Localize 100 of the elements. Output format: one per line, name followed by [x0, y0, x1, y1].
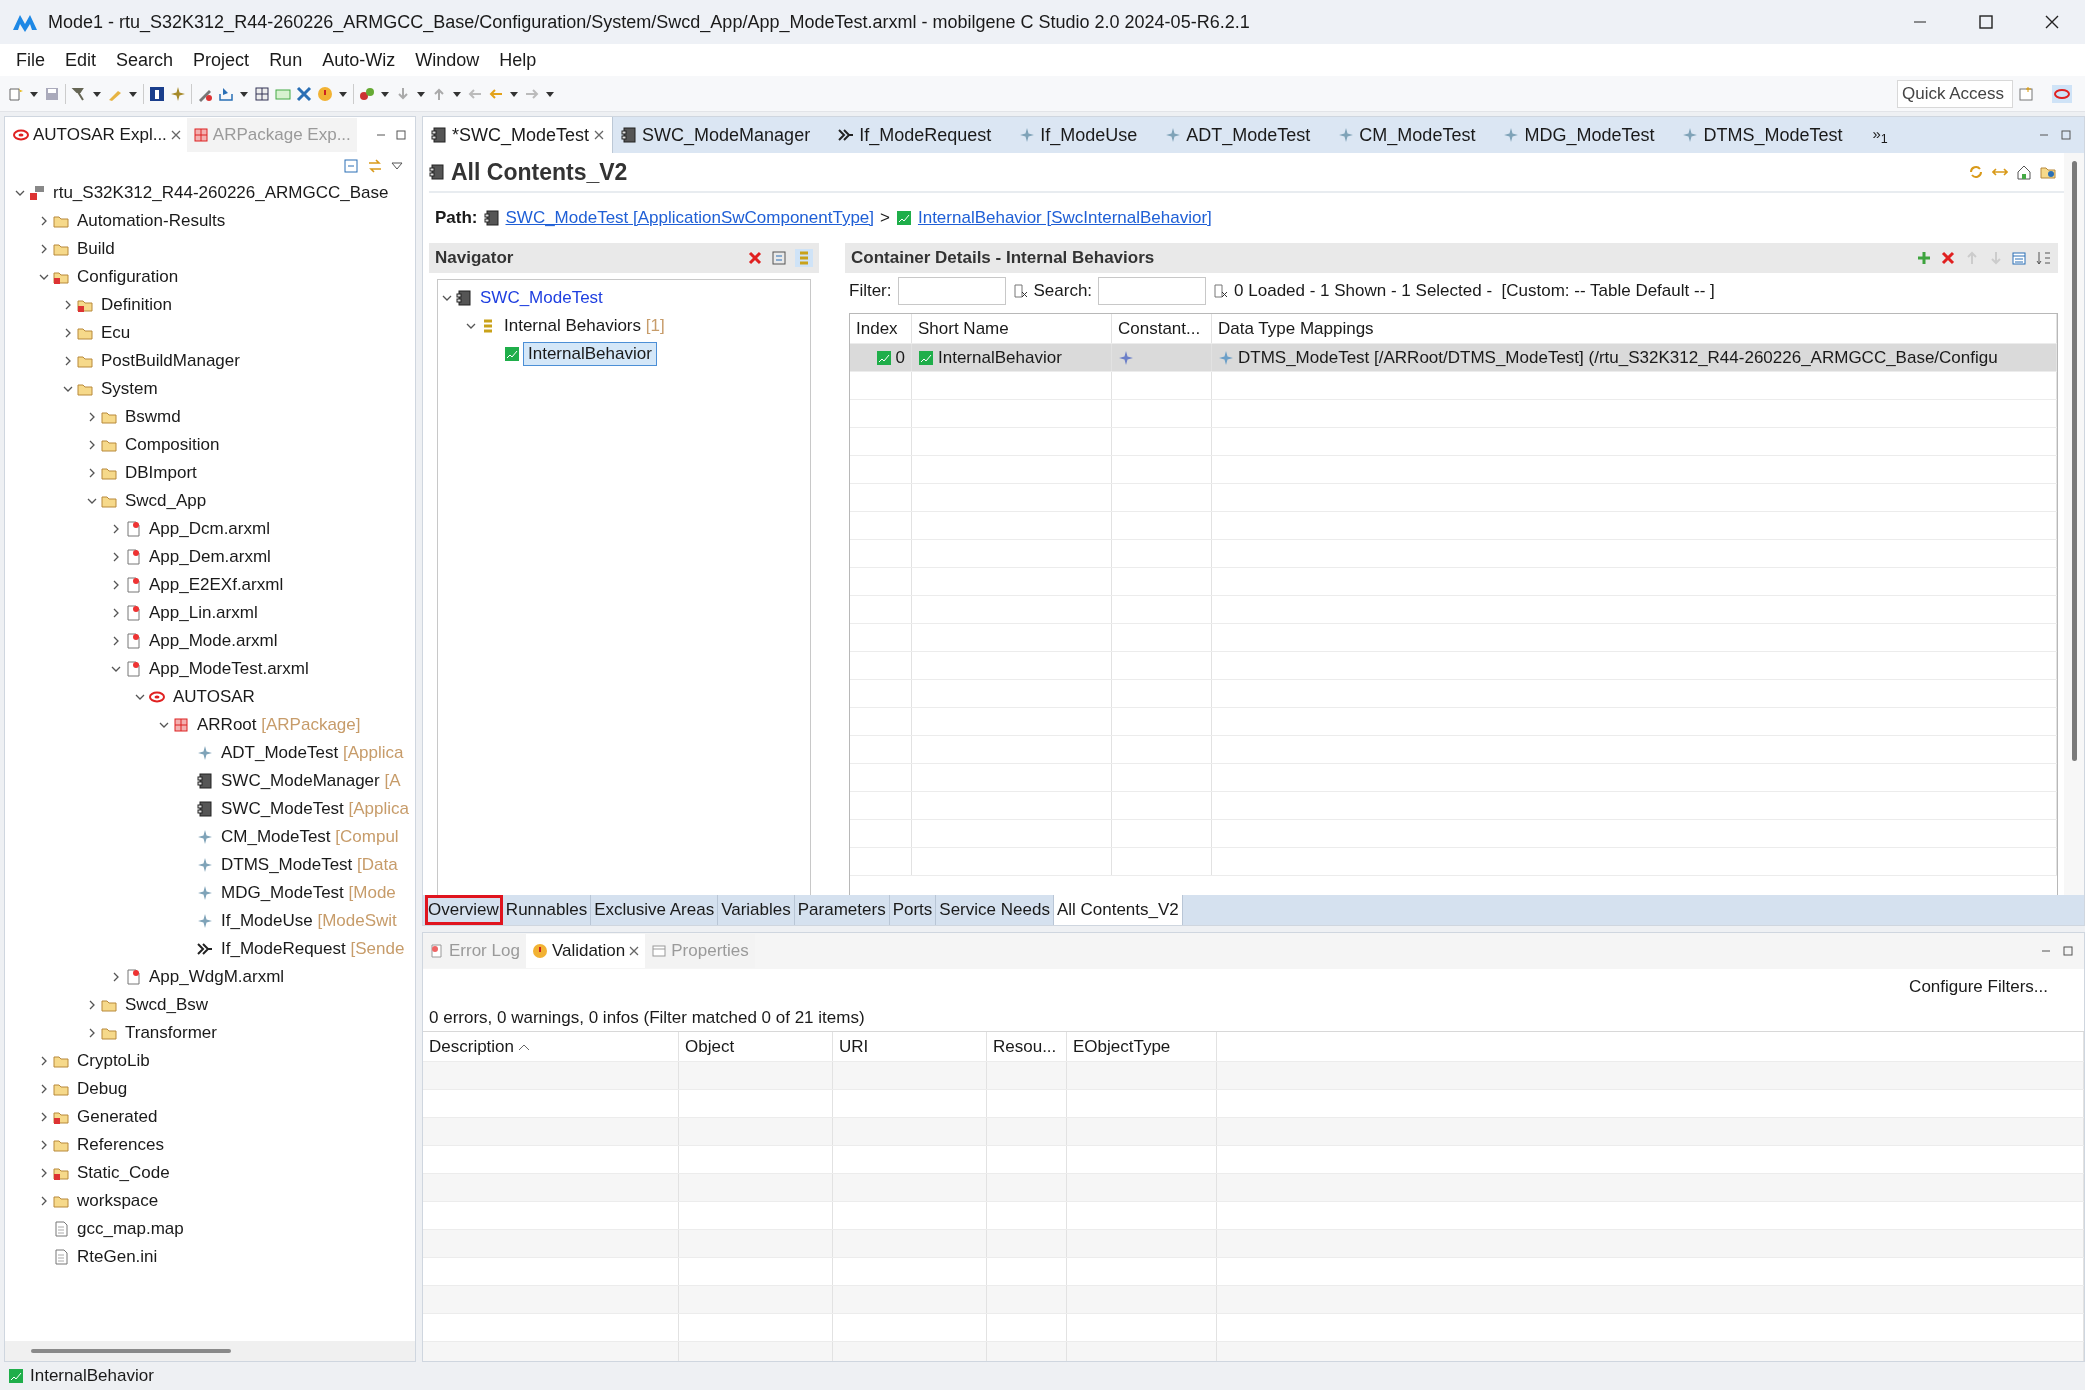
tree-item[interactable]: CryptoLib: [72, 1049, 155, 1073]
tree-item[interactable]: Swcd_App: [120, 489, 212, 513]
tree-item[interactable]: MDG_ModeTest [Mode: [216, 881, 401, 905]
tree-item[interactable]: CM_ModeTest [Compul: [216, 825, 404, 849]
gears-icon[interactable]: [359, 85, 375, 102]
editor-tab[interactable]: MDG_ModeTest: [1495, 117, 1675, 153]
menu-item[interactable]: Auto-Wiz: [312, 49, 406, 71]
tree-item[interactable]: SWC_ModeTest [Applica: [216, 797, 415, 821]
maximize-icon[interactable]: [395, 129, 407, 141]
column-header[interactable]: Object: [679, 1032, 833, 1061]
tree-item[interactable]: Bswmd: [120, 405, 186, 429]
tree-item[interactable]: gcc_map.map: [72, 1217, 189, 1241]
menu-item[interactable]: Window: [405, 49, 490, 71]
column-header[interactable]: Constant...: [1112, 314, 1212, 343]
tree-item[interactable]: App_E2EXf.arxml: [144, 573, 289, 597]
editor-tab[interactable]: *SWC_ModeTest: [423, 117, 614, 153]
editor-tab[interactable]: ADT_ModeTest: [1157, 117, 1331, 153]
tree-item[interactable]: References: [72, 1133, 169, 1157]
page-tab[interactable]: Parameters: [794, 895, 890, 925]
editor-tab[interactable]: If_ModeRequest: [830, 117, 1012, 153]
tree-item[interactable]: Definition: [96, 293, 177, 317]
tree-item[interactable]: Internal Behaviors [1]: [499, 314, 670, 338]
editor-tab[interactable]: If_ModeUse: [1011, 117, 1158, 153]
tree-item[interactable]: Static_Code: [72, 1161, 175, 1185]
menu-item[interactable]: Help: [489, 49, 547, 71]
page-tab[interactable]: Exclusive Areas: [591, 895, 719, 925]
tree-item[interactable]: InternalBehavior: [523, 342, 657, 366]
add-icon[interactable]: [1916, 250, 1932, 266]
tree-item[interactable]: Automation-Results: [72, 209, 231, 233]
menu-item[interactable]: Project: [183, 49, 260, 71]
menu-item[interactable]: File: [6, 49, 55, 71]
menu-item[interactable]: Search: [106, 49, 184, 71]
tree-item[interactable]: App_Mode.arxml: [144, 629, 283, 653]
maximize-icon[interactable]: [2060, 129, 2072, 141]
tree-item[interactable]: System: [96, 377, 163, 401]
tree-item[interactable]: Transformer: [120, 1021, 222, 1045]
tree-item[interactable]: If_ModeRequest [Sende: [216, 937, 410, 961]
tree-item[interactable]: ADT_ModeTest [Applica: [216, 741, 409, 765]
configure-filters-link[interactable]: Configure Filters...: [1909, 977, 2048, 997]
column-header[interactable]: Short Name: [912, 314, 1112, 343]
tree-item[interactable]: Configuration: [72, 265, 184, 289]
more-tabs-button[interactable]: »$_{1}$: [1872, 124, 1888, 146]
tree-item[interactable]: DTMS_ModeTest [Data: [216, 853, 403, 877]
sort-icon[interactable]: [2036, 250, 2052, 266]
menu-item[interactable]: Edit: [55, 49, 107, 71]
column-header[interactable]: URI: [833, 1032, 987, 1061]
tree-item[interactable]: App_Dem.arxml: [144, 545, 276, 569]
page-tab[interactable]: Overview: [425, 895, 503, 925]
column-header[interactable]: Data Type Mappings: [1212, 314, 2057, 343]
table-row[interactable]: 0 InternalBehavior DTMS_ModeTest [/ARRoot/DTMS_ModeTest] (/rtu_S32K312_R44-260226_ARMGCC_Base/Configu: [850, 344, 2057, 372]
scrollbar[interactable]: [5, 1341, 415, 1361]
warning-icon[interactable]: [317, 85, 333, 102]
tree-item[interactable]: DBImport: [120, 461, 202, 485]
editor-tab[interactable]: SWC_ModeManager: [613, 117, 831, 153]
tree-item[interactable]: Generated: [72, 1105, 163, 1129]
tree-item[interactable]: RteGen.ini: [72, 1245, 163, 1269]
tree-item[interactable]: Build: [72, 237, 120, 261]
tree-item[interactable]: Debug: [72, 1077, 133, 1101]
folder-icon[interactable]: [2040, 164, 2056, 180]
close-icon[interactable]: [2045, 15, 2059, 29]
tree-item[interactable]: Swcd_Bsw: [120, 993, 214, 1017]
tree-item[interactable]: If_ModeUse [ModeSwit: [216, 909, 402, 933]
ring-icon[interactable]: [2052, 84, 2072, 103]
tree-item[interactable]: AUTOSAR: [168, 685, 260, 709]
column-header[interactable]: Index: [850, 314, 912, 343]
editor-tab[interactable]: DTMS_ModeTest: [1674, 117, 1863, 153]
page-tab[interactable]: Runnables: [502, 895, 592, 925]
tree-item[interactable]: PostBuildManager: [96, 349, 245, 373]
search-field[interactable]: [1098, 277, 1207, 305]
delete-icon[interactable]: [1940, 250, 1956, 266]
tree-item[interactable]: workspace: [72, 1189, 164, 1213]
tree-item[interactable]: Ecu: [96, 321, 136, 345]
maximize-icon[interactable]: [1979, 15, 1993, 29]
tree-item[interactable]: ARRoot [ARPackage]: [192, 713, 366, 737]
page-tab[interactable]: Variables: [718, 895, 795, 925]
tree-item[interactable]: SWC_ModeManager [A: [216, 769, 406, 793]
home-icon[interactable]: [2016, 164, 2032, 180]
scrollbar[interactable]: [2064, 153, 2084, 895]
tree-item[interactable]: App_ModeTest.arxml: [144, 657, 314, 681]
tree-item[interactable]: rtu_S32K312_R44-260226_ARMGCC_Base: [48, 181, 394, 205]
path-link[interactable]: SWC_ModeTest [ApplicationSwComponentType]: [505, 208, 874, 228]
maximize-icon[interactable]: [2062, 945, 2074, 957]
text-box-icon[interactable]: [149, 85, 165, 102]
column-header[interactable]: EObjectType: [1067, 1032, 1217, 1061]
delete-icon[interactable]: [747, 250, 763, 266]
editor-tab[interactable]: CM_ModeTest: [1330, 117, 1496, 153]
column-header[interactable]: Description: [423, 1032, 679, 1061]
page-tab[interactable]: Service Needs: [936, 895, 1054, 925]
tree-item[interactable]: SWC_ModeTest: [475, 286, 608, 310]
tree-item[interactable]: Composition: [120, 433, 225, 457]
table-edit-icon[interactable]: [2012, 250, 2028, 266]
path-link[interactable]: InternalBehavior [SwcInternalBehavior]: [917, 208, 1212, 228]
filter-field[interactable]: [897, 277, 1006, 305]
column-header[interactable]: Resou...: [987, 1032, 1067, 1061]
clear-icon[interactable]: [1212, 283, 1229, 299]
clear-icon[interactable]: [1011, 283, 1028, 299]
view-menu-icon[interactable]: [391, 160, 403, 172]
table-icon[interactable]: [254, 85, 270, 102]
tree-item[interactable]: App_WdgM.arxml: [144, 965, 290, 989]
tree-item[interactable]: App_Lin.arxml: [144, 601, 263, 625]
